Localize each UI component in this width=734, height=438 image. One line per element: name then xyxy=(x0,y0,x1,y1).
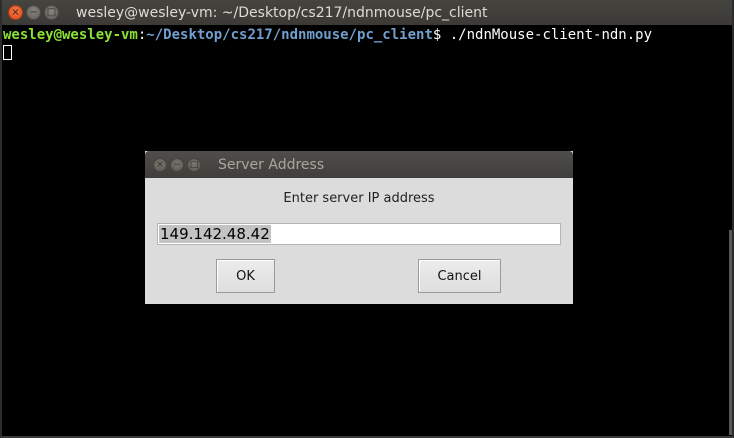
minimize-icon[interactable]: − xyxy=(170,157,184,172)
terminal-titlebar[interactable]: × − □ wesley@wesley-vm: ~/Desktop/cs217/… xyxy=(2,0,732,25)
ok-button[interactable]: OK xyxy=(216,259,275,293)
dialog-titlebar[interactable]: × − □ Server Address xyxy=(145,151,573,178)
command-text: ./ndnMouse-client-ndn.py xyxy=(449,27,653,43)
terminal-title: wesley@wesley-vm: ~/Desktop/cs217/ndnmou… xyxy=(76,4,488,21)
prompt-path: ~/Desktop/cs217/ndnmouse/pc_client xyxy=(146,27,433,43)
scrollbar[interactable] xyxy=(729,230,732,435)
prompt-user: wesley@wesley-vm xyxy=(3,27,138,43)
close-icon[interactable]: × xyxy=(8,5,23,20)
server-ip-input[interactable]: 149.142.48.42 xyxy=(157,223,561,245)
server-address-dialog: × − □ Server Address Enter server IP add… xyxy=(145,151,573,304)
server-ip-value: 149.142.48.42 xyxy=(159,225,271,243)
maximize-icon[interactable]: □ xyxy=(187,157,201,172)
dialog-prompt: Enter server IP address xyxy=(283,191,435,206)
maximize-icon[interactable]: □ xyxy=(44,5,59,20)
minimize-icon[interactable]: − xyxy=(26,5,41,20)
prompt-dollar: $ xyxy=(432,27,450,43)
dialog-title: Server Address xyxy=(218,156,325,173)
prompt-line: wesley@wesley-vm:~/Desktop/cs217/ndnmous… xyxy=(3,27,652,44)
cancel-button[interactable]: Cancel xyxy=(418,259,501,293)
close-icon[interactable]: × xyxy=(153,157,167,172)
terminal-cursor xyxy=(3,45,12,60)
